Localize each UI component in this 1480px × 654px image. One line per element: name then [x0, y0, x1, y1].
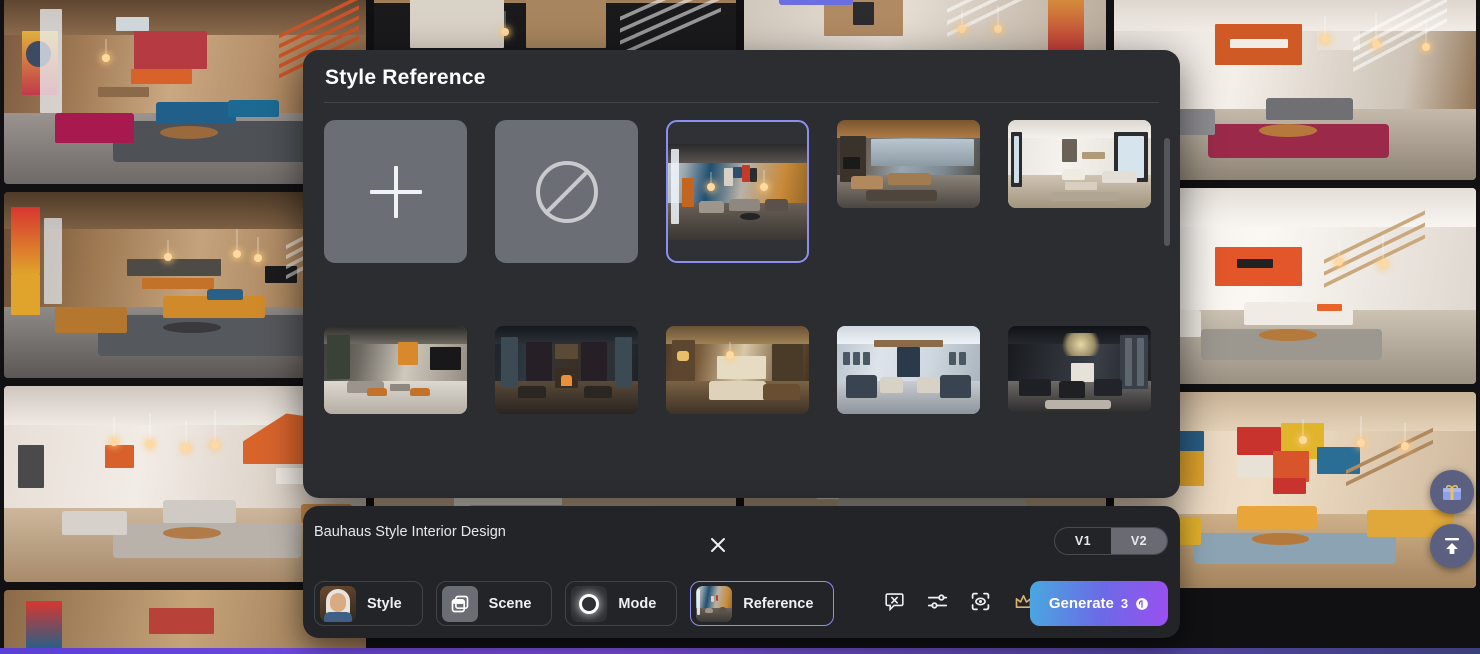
- reference-thumbnail-small: [696, 586, 732, 622]
- floating-action-stack: [1430, 470, 1474, 568]
- bottom-accent-bar: [0, 648, 1480, 654]
- mode-icon-box: [571, 586, 607, 622]
- no-reference-tile[interactable]: [495, 120, 638, 263]
- reference-row-2: [324, 326, 1151, 414]
- credit-coin-icon: [1135, 597, 1149, 611]
- modal-divider: [324, 102, 1159, 103]
- reference-thumbnail[interactable]: [324, 326, 467, 414]
- chip-reference[interactable]: Reference: [690, 581, 834, 626]
- close-prompt-button[interactable]: [706, 533, 730, 557]
- scroll-to-top-icon: [1440, 534, 1464, 558]
- chip-reference-label: Reference: [743, 596, 813, 612]
- reference-thumbnail-scroll-area: [324, 120, 1170, 486]
- settings-button[interactable]: [926, 590, 948, 612]
- chip-scene[interactable]: Scene: [436, 581, 553, 626]
- version-toggle[interactable]: V1 V2: [1054, 527, 1168, 555]
- reference-thumbnail[interactable]: [1008, 326, 1151, 414]
- chip-mode-label: Mode: [618, 596, 656, 612]
- reference-scrollbar[interactable]: [1164, 130, 1170, 382]
- generate-label: Generate: [1049, 595, 1114, 612]
- version-option-v2[interactable]: V2: [1111, 528, 1167, 554]
- mode-ring-icon: [579, 594, 599, 614]
- gift-icon: [1440, 480, 1464, 504]
- prompt-input[interactable]: Bauhaus Style Interior Design: [314, 524, 506, 540]
- reference-thumbnail[interactable]: [1008, 120, 1151, 208]
- chip-mode[interactable]: Mode: [565, 581, 677, 626]
- version-option-v1[interactable]: V1: [1055, 528, 1111, 554]
- reference-thumbnail[interactable]: [837, 326, 980, 414]
- eye-scan-icon: [970, 591, 991, 612]
- layers-icon-box: [442, 586, 478, 622]
- chip-style[interactable]: Style: [314, 581, 423, 626]
- reference-thumbnail[interactable]: [837, 120, 980, 208]
- focus-scan-button[interactable]: [969, 590, 991, 612]
- reference-row-1: [324, 120, 1151, 263]
- negative-prompt-button[interactable]: [883, 590, 905, 612]
- layers-icon: [450, 594, 470, 614]
- close-icon: [706, 533, 730, 557]
- generate-button[interactable]: Generate 3: [1030, 581, 1168, 626]
- portrait-thumbnail: [320, 586, 356, 622]
- prompt-bar: Bauhaus Style Interior Design V1 V2 Styl…: [303, 506, 1180, 638]
- add-reference-tile[interactable]: [324, 120, 467, 263]
- plus-icon: [370, 166, 422, 218]
- sliders-icon: [927, 591, 948, 612]
- top-progress-tab: [779, 0, 853, 5]
- chip-scene-label: Scene: [489, 596, 532, 612]
- reference-thumbnail-selected[interactable]: [666, 120, 809, 263]
- reference-thumbnail[interactable]: [495, 326, 638, 414]
- app-root: Style Reference: [0, 0, 1480, 654]
- modal-title: Style Reference: [325, 66, 486, 90]
- speech-bubble-x-icon: [884, 591, 905, 612]
- style-reference-modal: Style Reference: [303, 50, 1180, 498]
- chip-style-label: Style: [367, 596, 402, 612]
- no-reference-icon: [536, 161, 598, 223]
- reference-thumbnail[interactable]: [666, 326, 809, 414]
- reference-image: [668, 144, 807, 240]
- generate-cost: 3: [1121, 596, 1128, 611]
- mode-chip-group: Style Scene Mode: [314, 581, 834, 626]
- tool-icon-group: [883, 590, 1034, 612]
- scroll-to-top-button[interactable]: [1430, 524, 1474, 568]
- gift-button[interactable]: [1430, 470, 1474, 514]
- scrollbar-thumb[interactable]: [1164, 138, 1170, 246]
